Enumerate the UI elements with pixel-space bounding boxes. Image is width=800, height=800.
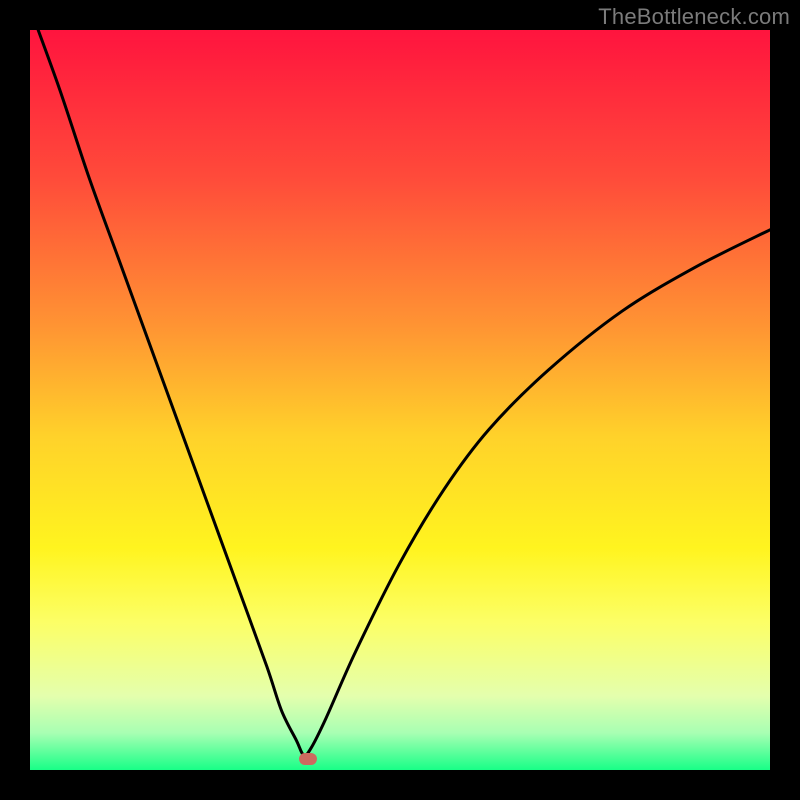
bottleneck-curve <box>30 30 770 770</box>
plot-area <box>30 30 770 770</box>
watermark-text: TheBottleneck.com <box>598 4 790 30</box>
chart-frame: TheBottleneck.com <box>0 0 800 800</box>
optimal-marker <box>299 753 317 765</box>
